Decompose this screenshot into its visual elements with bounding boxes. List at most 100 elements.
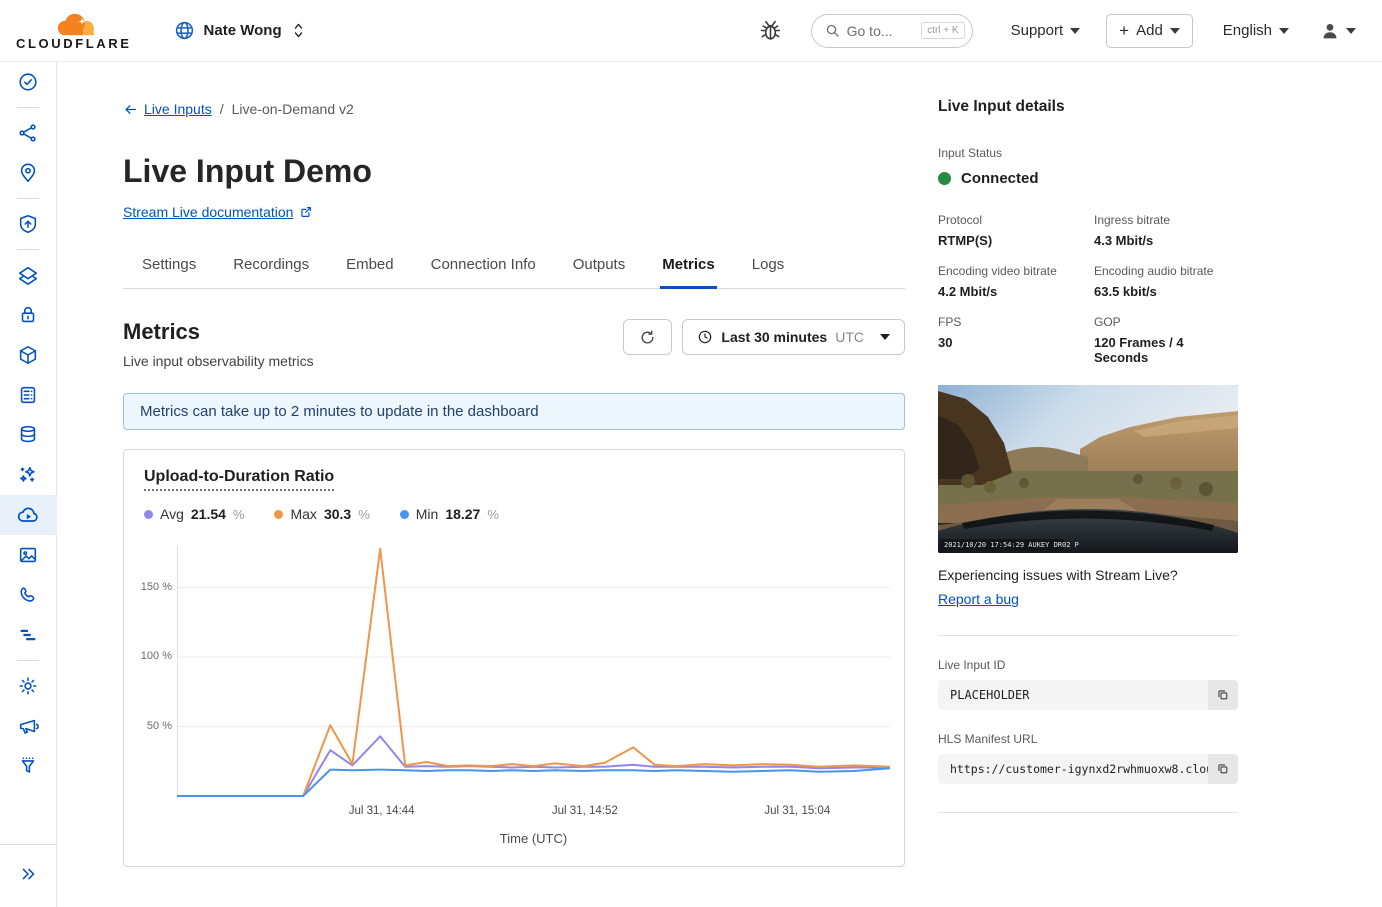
global-search[interactable]: Go to... ctrl + K <box>811 14 973 48</box>
hls-manifest-url-label: HLS Manifest URL <box>938 732 1238 746</box>
tab-connection-info[interactable]: Connection Info <box>429 246 538 289</box>
divider <box>938 812 1238 813</box>
sidebar-item-calls[interactable] <box>0 575 57 615</box>
tab-recordings[interactable]: Recordings <box>231 246 311 289</box>
breadcrumb-back-label: Live Inputs <box>144 101 212 117</box>
detail-label: FPS <box>938 315 1082 329</box>
sidebar-expand-button[interactable] <box>0 861 57 887</box>
search-icon <box>825 23 840 38</box>
gear-icon <box>17 675 39 697</box>
sidebar-item-filter[interactable] <box>0 746 57 786</box>
image-icon <box>17 544 39 566</box>
rail-divider <box>17 249 39 250</box>
sidebar-item-storage[interactable] <box>0 375 57 415</box>
legend-label: Min <box>416 506 439 522</box>
time-range-select[interactable]: Last 30 minutes UTC <box>682 319 905 355</box>
video-timestamp-overlay: 2021/10/20 17:54:29 AUKEY DR02 P <box>944 541 1079 549</box>
sidebar-item-queues[interactable] <box>0 615 57 655</box>
tab-settings[interactable]: Settings <box>140 246 198 289</box>
funnel-icon <box>17 755 39 777</box>
brand-wordmark: CLOUDFLARE <box>16 36 132 51</box>
legend-dot-avg <box>144 510 153 519</box>
status-badge: Connected <box>961 170 1039 187</box>
video-preview-frame: 2021/10/20 17:54:29 AUKEY DR02 P <box>938 385 1238 553</box>
tab-outputs[interactable]: Outputs <box>571 246 628 289</box>
status-connected-dot <box>938 172 951 185</box>
support-menu[interactable]: Support <box>1011 22 1081 39</box>
chevron-down-icon <box>1170 28 1180 34</box>
video-preview[interactable]: 2021/10/20 17:54:29 AUKEY DR02 P <box>938 385 1238 553</box>
sidebar-item-notifications[interactable] <box>0 706 57 746</box>
legend-value: 18.27 <box>445 506 480 522</box>
legend-unit: % <box>487 507 499 522</box>
detail-value: 4.3 Mbit/s <box>1094 233 1238 248</box>
stream-docs-label: Stream Live documentation <box>123 204 293 220</box>
rail-footer <box>0 844 57 907</box>
detail-gop: GOP 120 Frames / 4 Seconds <box>1094 315 1238 365</box>
cloudflare-logo[interactable]: CLOUDFLARE <box>16 11 132 51</box>
legend-item-max[interactable]: Max 30.3 % <box>274 506 369 522</box>
refresh-icon <box>639 329 656 346</box>
language-menu[interactable]: English <box>1223 22 1289 39</box>
sidebar-item-ssl[interactable] <box>0 295 57 335</box>
top-header: CLOUDFLARE Nate Wong Go to... ctrl + K S… <box>0 0 1382 62</box>
copy-live-input-id-button[interactable] <box>1208 680 1238 710</box>
sidebar-item-speed[interactable] <box>0 255 57 295</box>
refresh-button[interactable] <box>623 319 672 355</box>
live-input-id-label: Live Input ID <box>938 658 1238 672</box>
detail-value: 63.5 kbit/s <box>1094 284 1238 299</box>
report-bug-link[interactable]: Report a bug <box>938 591 1019 607</box>
chart-y-axis-labels: 50 %100 %150 % <box>144 542 172 800</box>
rail-divider <box>17 107 39 108</box>
legend-unit: % <box>233 507 245 522</box>
phone-icon <box>17 584 39 606</box>
rail-divider <box>17 198 39 199</box>
hls-manifest-url-value: https://customer-igynxd2rwhmuoxw8.cloudf <box>938 754 1208 784</box>
copy-icon <box>1216 762 1230 776</box>
sidebar-item-time-history[interactable] <box>0 62 57 102</box>
metrics-subheading: Live input observability metrics <box>123 353 314 369</box>
breadcrumb-back-link[interactable]: Live Inputs <box>123 101 212 117</box>
sidebar-item-database[interactable] <box>0 415 57 455</box>
chart-area: 50 %100 %150 % Jul 31, 14:44Jul 31, 14:5… <box>144 542 884 850</box>
stream-docs-link[interactable]: Stream Live documentation <box>123 204 313 220</box>
sidebar-item-security[interactable] <box>0 204 57 244</box>
hls-manifest-url-field: https://customer-igynxd2rwhmuoxw8.cloudf <box>938 754 1238 784</box>
detail-audio-bitrate: Encoding audio bitrate 63.5 kbit/s <box>1094 264 1238 299</box>
sidebar-item-images[interactable] <box>0 535 57 575</box>
metrics-controls: Last 30 minutes UTC <box>623 319 905 355</box>
rail-divider <box>17 660 39 661</box>
sidebar-item-workers[interactable] <box>0 335 57 375</box>
detail-fps: FPS 30 <box>938 315 1082 365</box>
main-content: Live Inputs / Live-on-Demand v2 Live Inp… <box>123 62 905 867</box>
chevron-down-icon <box>880 334 890 340</box>
legend-item-avg[interactable]: Avg 21.54 % <box>144 506 244 522</box>
add-button[interactable]: + Add <box>1106 14 1193 48</box>
tab-metrics[interactable]: Metrics <box>660 246 717 289</box>
sidebar-item-stream[interactable] <box>0 495 57 535</box>
sort-chevrons-icon <box>291 22 306 39</box>
clock-check-icon <box>17 71 39 93</box>
sidebar-item-ai[interactable] <box>0 455 57 495</box>
details-grid: Protocol RTMP(S) Ingress bitrate 4.3 Mbi… <box>938 213 1238 365</box>
sidebar-item-location[interactable] <box>0 153 57 193</box>
sidebar-item-settings[interactable] <box>0 666 57 706</box>
legend-unit: % <box>358 507 370 522</box>
detail-video-bitrate: Encoding video bitrate 4.2 Mbit/s <box>938 264 1082 299</box>
tab-logs[interactable]: Logs <box>750 246 787 289</box>
account-switcher[interactable]: Nate Wong <box>174 20 306 41</box>
tab-embed[interactable]: Embed <box>344 246 396 289</box>
issues-question: Experiencing issues with Stream Live? <box>938 567 1238 583</box>
legend-value: 30.3 <box>324 506 351 522</box>
bug-report-icon[interactable] <box>758 18 783 43</box>
detail-value: 120 Frames / 4 Seconds <box>1094 335 1238 365</box>
user-menu[interactable] <box>1319 20 1356 42</box>
copy-hls-url-button[interactable] <box>1208 754 1238 784</box>
detail-label: Encoding video bitrate <box>938 264 1082 278</box>
legend-item-min[interactable]: Min 18.27 % <box>400 506 499 522</box>
detail-ingress-bitrate: Ingress bitrate 4.3 Mbit/s <box>1094 213 1238 248</box>
chart-legend: Avg 21.54 % Max 30.3 % Min 18.27 % <box>144 506 884 522</box>
location-pin-icon <box>17 162 39 184</box>
cloudflare-cloud-icon <box>50 11 98 38</box>
sidebar-item-network[interactable] <box>0 113 57 153</box>
